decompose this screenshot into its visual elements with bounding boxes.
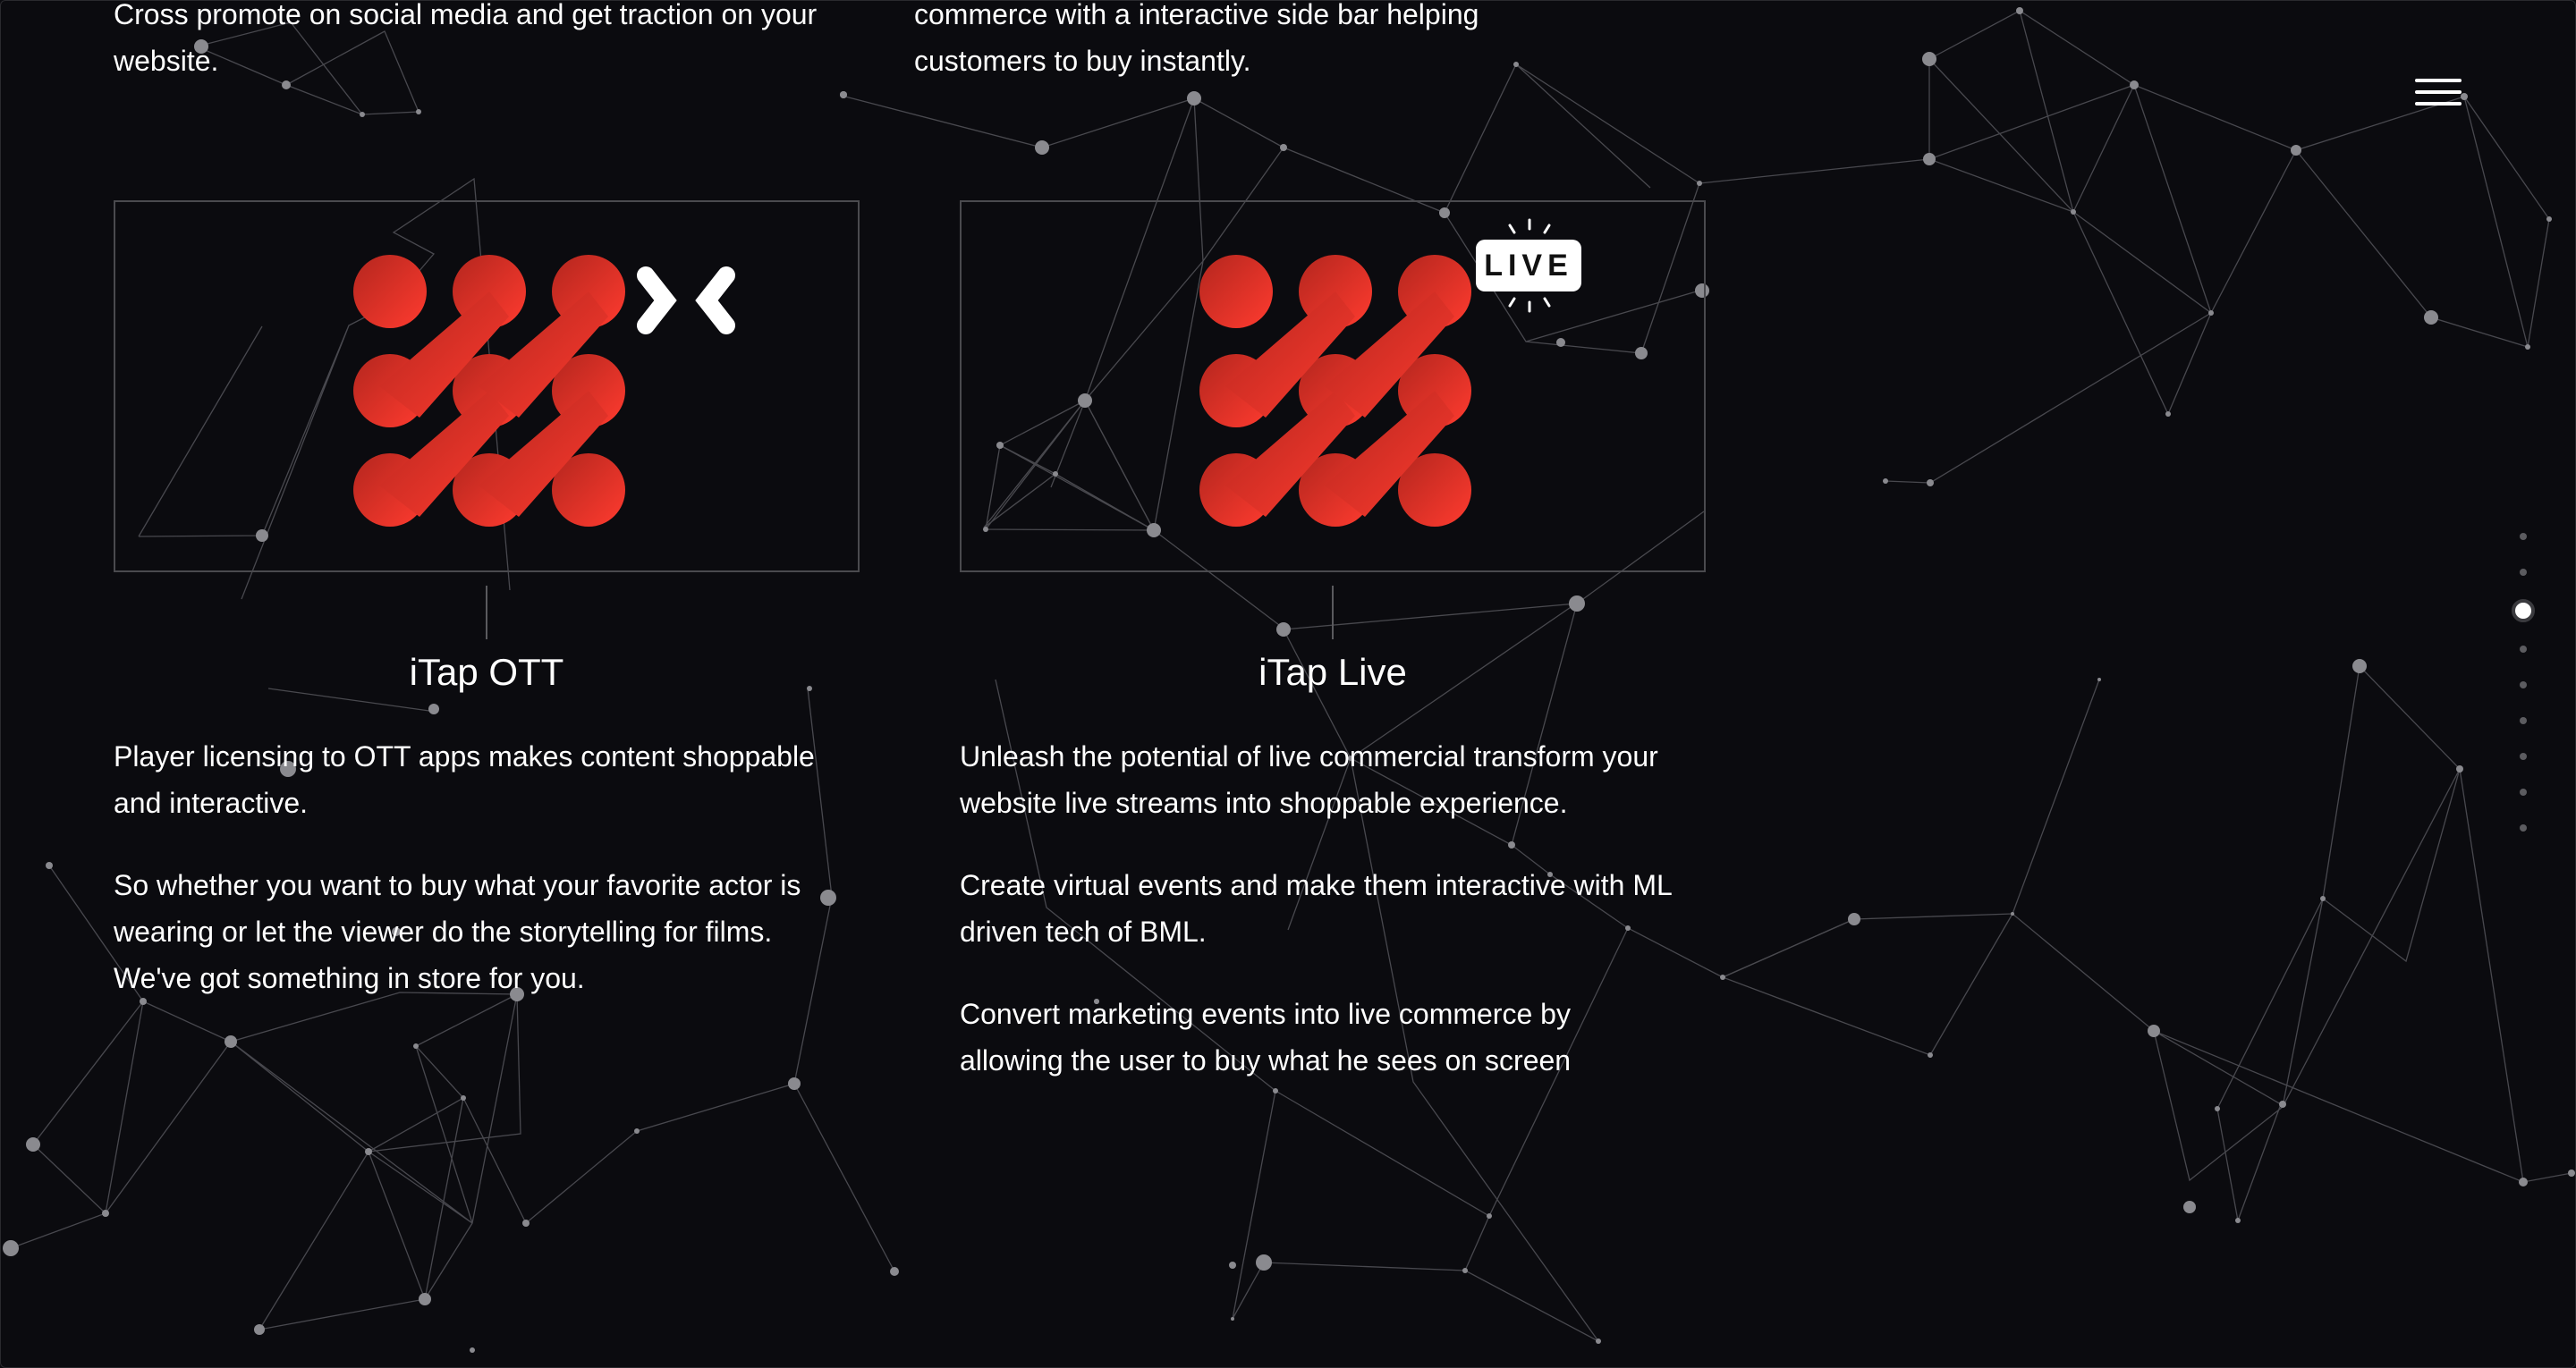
section-navigation-dots <box>2512 533 2535 860</box>
previous-section-text-right: commerce with a interactive side bar hel… <box>914 0 1479 84</box>
section-dot[interactable] <box>2520 753 2527 760</box>
section-dot[interactable] <box>2520 717 2527 724</box>
mx-logo-icon <box>637 266 735 334</box>
text-line: wearing or let the viewer do the storyte… <box>114 916 773 948</box>
text-line: Unleash the potential of live commercial… <box>960 740 1658 773</box>
product-description: Convert marketing events into live comme… <box>960 991 1729 1084</box>
section-dot[interactable] <box>2520 789 2527 796</box>
itap-ott-card[interactable] <box>114 200 860 572</box>
section-dot[interactable] <box>2520 569 2527 576</box>
text-line: customers to buy instantly. <box>914 45 1251 77</box>
text-line: So whether you want to buy what your fav… <box>114 869 801 901</box>
product-description: Unleash the potential of live commercial… <box>960 733 1729 826</box>
product-description: So whether you want to buy what your fav… <box>114 862 883 1001</box>
text-line: Create virtual events and make them inte… <box>960 869 1673 901</box>
text-line: commerce with a interactive side bar hel… <box>914 0 1479 30</box>
section-dot[interactable] <box>2520 824 2527 832</box>
product-description: Create virtual events and make them inte… <box>960 862 1729 955</box>
text-line: allowing the user to buy what he sees on… <box>960 1044 1572 1077</box>
connector-line <box>1332 586 1334 639</box>
live-badge: LIVE <box>1476 240 1581 291</box>
itap-brand-logo-icon <box>1199 255 1471 527</box>
text-line: and interactive. <box>114 787 309 819</box>
section-dot[interactable] <box>2520 681 2527 688</box>
text-line: Cross promote on social media and get tr… <box>114 0 818 30</box>
product-title: iTap OTT <box>409 651 564 693</box>
section-dot-active[interactable] <box>2512 599 2535 622</box>
text-line: driven tech of BML. <box>960 916 1207 948</box>
hamburger-menu-icon[interactable] <box>2415 79 2462 109</box>
section-dot[interactable] <box>2520 533 2527 540</box>
connector-line <box>486 586 487 639</box>
text-line: Convert marketing events into live comme… <box>960 998 1571 1030</box>
itap-live-card[interactable] <box>960 200 1706 572</box>
text-line: Player licensing to OTT apps makes conte… <box>114 740 815 773</box>
previous-section-text-left: Cross promote on social media and get tr… <box>114 0 817 84</box>
text-line: website live streams into shoppable expe… <box>960 787 1568 819</box>
section-dot[interactable] <box>2520 646 2527 653</box>
product-title: iTap Live <box>1258 651 1407 693</box>
text-line: We've got something in store for you. <box>114 962 585 994</box>
text-line: website. <box>114 45 219 77</box>
itap-brand-logo-icon <box>353 255 735 527</box>
product-description: Player licensing to OTT apps makes conte… <box>114 733 883 826</box>
